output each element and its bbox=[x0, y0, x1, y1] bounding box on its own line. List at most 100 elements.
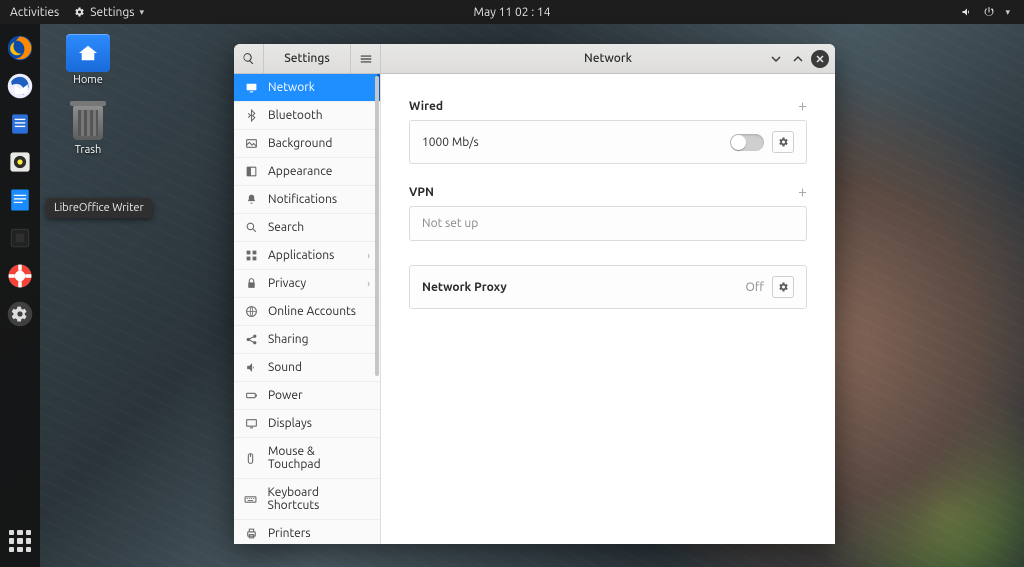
proxy-settings-button[interactable] bbox=[772, 276, 794, 298]
sidebar-item-label: Online Accounts bbox=[268, 305, 356, 318]
home-icon bbox=[77, 44, 99, 62]
section-vpn-header: VPN + bbox=[409, 184, 807, 200]
wired-toggle[interactable] bbox=[730, 134, 764, 151]
gear-icon bbox=[6, 300, 34, 328]
sound-icon bbox=[244, 361, 258, 374]
dock-settings[interactable] bbox=[2, 296, 38, 332]
appearance-icon bbox=[244, 165, 258, 178]
share-icon bbox=[244, 333, 258, 346]
titlebar-hamburger-button[interactable] bbox=[350, 44, 380, 73]
sidebar-item-sound[interactable]: Sound bbox=[234, 354, 380, 382]
sidebar-item-power[interactable]: Power bbox=[234, 382, 380, 410]
sidebar-item-displays[interactable]: Displays bbox=[234, 410, 380, 438]
hamburger-icon bbox=[359, 52, 373, 66]
sidebar-item-online-accounts[interactable]: Online Accounts bbox=[234, 298, 380, 326]
window-close-button[interactable] bbox=[811, 50, 829, 68]
dock-rhythmbox[interactable] bbox=[2, 144, 38, 180]
dock-files[interactable] bbox=[2, 106, 38, 142]
folder-icon bbox=[66, 34, 110, 72]
sidebar-item-mouse[interactable]: Mouse & Touchpad bbox=[234, 438, 380, 479]
titlebar-search-button[interactable] bbox=[234, 44, 264, 73]
sidebar-item-printers[interactable]: Printers bbox=[234, 520, 380, 544]
dock-unknown-app[interactable] bbox=[2, 220, 38, 256]
bell-icon bbox=[244, 193, 258, 206]
desktop-icon-label: Trash bbox=[58, 144, 118, 156]
sidebar-item-background[interactable]: Background bbox=[234, 130, 380, 158]
sidebar-item-appearance[interactable]: Appearance bbox=[234, 158, 380, 186]
settings-content: Wired + 1000 Mb/s VPN + Not set up bbox=[381, 74, 835, 544]
sidebar-item-label: Notifications bbox=[268, 193, 337, 206]
sidebar-item-label: Power bbox=[268, 389, 303, 402]
mouse-icon bbox=[244, 452, 258, 465]
chevron-right-icon: › bbox=[367, 250, 370, 261]
dock-help[interactable] bbox=[2, 258, 38, 294]
window-minimize-button[interactable] bbox=[767, 50, 785, 68]
sidebar-item-keyboard[interactable]: Keyboard Shortcuts bbox=[234, 479, 380, 520]
topbar-clock[interactable]: May 11 02 : 14 bbox=[474, 6, 551, 19]
sidebar-item-applications[interactable]: Applications › bbox=[234, 242, 380, 270]
sidebar-item-search[interactable]: Search bbox=[234, 214, 380, 242]
proxy-status-label: Off bbox=[746, 281, 764, 294]
titlebar-sidebar-header: Settings bbox=[234, 44, 381, 73]
gear-icon bbox=[777, 136, 789, 148]
bluetooth-icon bbox=[244, 109, 258, 122]
sidebar-item-label: Displays bbox=[268, 417, 312, 430]
thunderbird-icon bbox=[6, 72, 34, 100]
sidebar-item-label: Privacy bbox=[268, 277, 306, 290]
dock-libreoffice-writer[interactable] bbox=[2, 182, 38, 218]
dock-thunderbird[interactable] bbox=[2, 68, 38, 104]
add-wired-button[interactable]: + bbox=[798, 98, 807, 114]
printer-icon bbox=[244, 527, 258, 540]
dock-firefox[interactable] bbox=[2, 30, 38, 66]
apps-icon bbox=[244, 249, 258, 262]
topbar-app-menu[interactable]: Settings ▾ bbox=[73, 6, 144, 19]
network-proxy-row[interactable]: Network Proxy Off bbox=[409, 265, 807, 309]
volume-icon[interactable] bbox=[961, 6, 973, 18]
sidebar-item-sharing[interactable]: Sharing bbox=[234, 326, 380, 354]
sidebar-scrollbar[interactable] bbox=[375, 76, 379, 376]
section-title: VPN bbox=[409, 186, 434, 199]
sidebar-item-bluetooth[interactable]: Bluetooth bbox=[234, 102, 380, 130]
accounts-icon bbox=[244, 305, 258, 318]
sidebar-item-privacy[interactable]: Privacy › bbox=[234, 270, 380, 298]
window-titlebar[interactable]: Settings Network bbox=[234, 44, 835, 74]
activities-button[interactable]: Activities bbox=[10, 6, 59, 19]
displays-icon bbox=[244, 417, 258, 430]
chevron-up-icon bbox=[793, 54, 803, 64]
network-icon bbox=[244, 81, 258, 94]
window-title: Network bbox=[584, 52, 632, 65]
desktop-icon-home[interactable]: Home bbox=[58, 34, 118, 86]
apps-grid-icon bbox=[9, 530, 31, 552]
sidebar-item-label: Bluetooth bbox=[268, 109, 323, 122]
sidebar-item-network[interactable]: Network bbox=[234, 74, 380, 102]
power-icon[interactable] bbox=[983, 6, 995, 18]
chevron-down-icon bbox=[771, 54, 781, 64]
sidebar-item-label: Printers bbox=[268, 527, 311, 540]
search-icon bbox=[242, 52, 255, 65]
firefox-icon bbox=[6, 34, 34, 62]
sidebar-item-label: Appearance bbox=[268, 165, 332, 178]
dock-show-apps[interactable] bbox=[2, 523, 38, 559]
proxy-title: Network Proxy bbox=[422, 281, 507, 294]
dock-tooltip: LibreOffice Writer bbox=[46, 198, 152, 218]
sidebar-item-notifications[interactable]: Notifications bbox=[234, 186, 380, 214]
titlebar-sidebar-title: Settings bbox=[264, 52, 350, 65]
gear-icon bbox=[777, 281, 789, 293]
wired-connection-row[interactable]: 1000 Mb/s bbox=[409, 120, 807, 164]
files-icon bbox=[6, 110, 34, 138]
sidebar-item-label: Mouse & Touchpad bbox=[268, 445, 370, 471]
sidebar-item-label: Background bbox=[268, 137, 332, 150]
wired-settings-button[interactable] bbox=[772, 131, 794, 153]
sidebar-item-label: Applications bbox=[268, 249, 334, 262]
lifebuoy-icon bbox=[6, 262, 34, 290]
chevron-down-icon[interactable]: ▾ bbox=[1005, 7, 1010, 18]
settings-window: Settings Network Ne bbox=[234, 44, 835, 544]
power-icon bbox=[244, 389, 258, 402]
desktop-icon-trash[interactable]: Trash bbox=[58, 104, 118, 156]
section-wired-header: Wired + bbox=[409, 98, 807, 114]
add-vpn-button[interactable]: + bbox=[798, 184, 807, 200]
gear-icon bbox=[73, 6, 85, 18]
vpn-row: Not set up bbox=[409, 206, 807, 241]
window-maximize-button[interactable] bbox=[789, 50, 807, 68]
writer-icon bbox=[6, 186, 34, 214]
